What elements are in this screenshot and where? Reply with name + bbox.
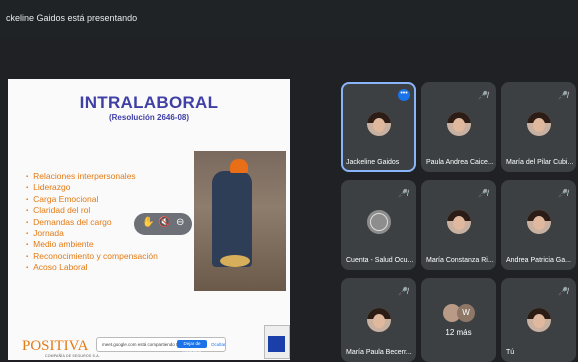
bullet-item: Relaciones interpersonales — [26, 171, 158, 182]
avatar — [446, 112, 471, 136]
more-options-icon[interactable]: ••• — [398, 89, 410, 101]
positiva-logo: POSITIVA — [22, 338, 89, 354]
self-tile[interactable]: 🎤̸ Tú — [501, 278, 576, 362]
stop-sharing-button[interactable]: Dejar de compartir — [177, 340, 207, 354]
participant-tile[interactable]: 🎤̸ Andrea Patricia Ga... — [501, 180, 576, 270]
avatar — [446, 210, 471, 234]
worker-photo — [194, 151, 286, 291]
mic-off-icon: 🎤̸ — [478, 189, 488, 198]
mic-off-icon: 🎤̸ — [558, 91, 568, 100]
participant-name: María del Pilar Cubi... — [506, 159, 574, 166]
bullet-item: Acoso Laboral — [26, 262, 158, 273]
participant-name: María Constanza Ri... — [426, 257, 494, 264]
mic-off-icon[interactable]: 🔇 — [158, 217, 170, 228]
presenting-banner: ckeline Gaidos está presentando — [0, 0, 578, 38]
more-participants-tile[interactable]: W 12 más — [421, 278, 496, 362]
participant-name: Andrea Patricia Ga... — [506, 257, 571, 264]
participant-tile[interactable]: 🎤̸ María Constanza Ri... — [421, 180, 496, 270]
bullet-item: Liderazgo — [26, 182, 158, 193]
avatar — [526, 210, 551, 234]
avatar-initial: W — [457, 304, 475, 322]
header-strip — [0, 38, 578, 76]
bullet-item: Reconocimiento y compensación — [26, 251, 158, 262]
minus-circle-icon[interactable]: ⊖ — [176, 217, 184, 228]
mic-off-icon: 🎤̸ — [558, 287, 568, 296]
participant-name: Jackeline Gaidos — [346, 159, 400, 166]
participant-name: Paula Andrea Caice... — [426, 159, 494, 166]
avatar — [526, 112, 551, 136]
mic-off-icon: 🎤̸ — [398, 287, 408, 296]
presentation-controls[interactable]: ✋ 🔇 ⊖ — [134, 213, 192, 235]
participant-tile[interactable]: 🎤̸ Paula Andrea Caice... — [421, 82, 496, 172]
avatar — [366, 112, 391, 136]
participant-name: María Paula Becerr... — [346, 349, 412, 356]
meet-screen: ckeline Gaidos está presentando INTRALAB… — [0, 0, 578, 362]
participant-tile[interactable]: 🎤̸ Cuenta - Salud Ocu... — [341, 180, 416, 270]
hide-button[interactable]: Ocultar — [211, 342, 226, 347]
more-participants-label: 12 más — [445, 328, 472, 337]
mic-off-icon: 🎤̸ — [398, 189, 408, 198]
participant-name: Cuenta - Salud Ocu... — [346, 257, 414, 264]
slide-subtitle: (Resolución 2646-08) — [108, 113, 190, 122]
bullet-item: Carga Emocional — [26, 194, 158, 205]
mic-off-icon: 🎤̸ — [478, 91, 488, 100]
presenting-label: ckeline Gaidos está presentando — [6, 13, 138, 23]
worker-figure — [212, 171, 252, 267]
screen-share-bar: meet.google.com está compartiendo tu pan… — [96, 337, 226, 354]
bullet-item: Medio ambiente — [26, 239, 158, 250]
slide-thumbnail — [264, 325, 290, 359]
participant-tile[interactable]: 🎤̸ María del Pilar Cubi... — [501, 82, 576, 172]
slide-title: INTRALABORAL — [79, 93, 219, 112]
participant-tile[interactable]: ••• Jackeline Gaidos — [341, 82, 416, 172]
avatar — [366, 210, 391, 234]
avatar — [526, 308, 551, 332]
welding-spark — [220, 255, 250, 267]
logo-tagline: COMPAÑÍA DE SEGUROS S.A. — [45, 354, 100, 358]
thumbnail-screen — [268, 336, 285, 352]
mic-off-icon: 🎤̸ — [558, 189, 568, 198]
hard-hat — [230, 159, 248, 173]
participant-name: Tú — [506, 349, 515, 356]
avatar — [366, 308, 391, 332]
shared-screen: INTRALABORAL (Resolución 2646-08) Relaci… — [8, 79, 290, 360]
participant-tile[interactable]: 🎤̸ María Paula Becerr... — [341, 278, 416, 362]
hand-icon[interactable]: ✋ — [142, 217, 154, 228]
